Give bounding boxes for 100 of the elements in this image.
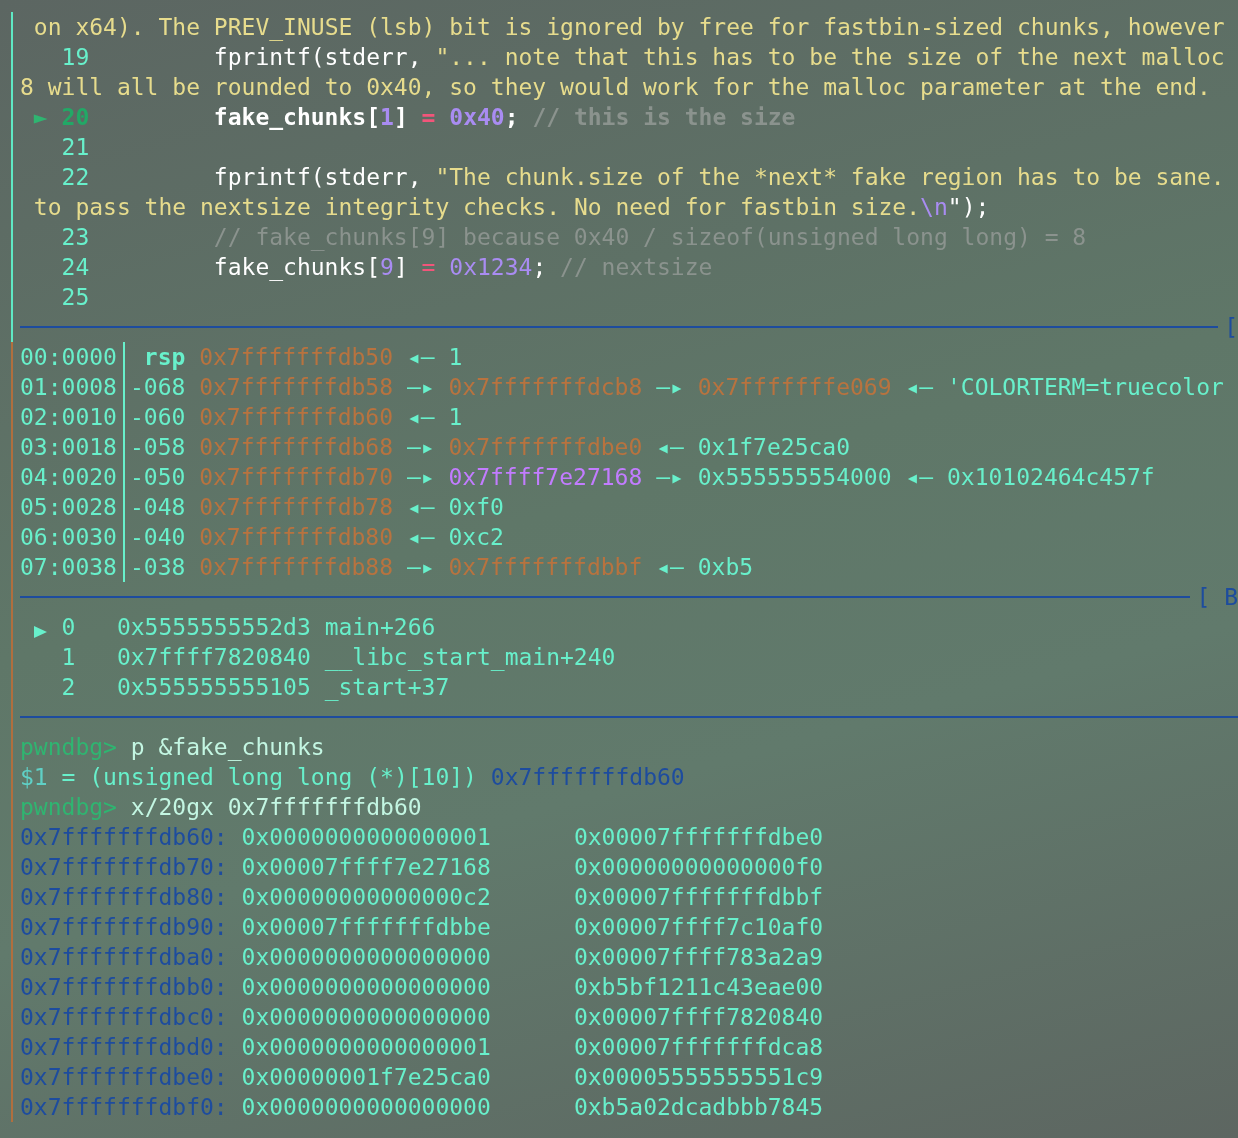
string-literal: to pass the nextsize integrity checks. No need for fastbin size.: [32, 193, 921, 222]
code-text: fprintf(stderr,: [213, 43, 423, 72]
prompt: pwndbg>: [20, 733, 117, 762]
memory-value: 0x00007fffffffdbe0: [573, 823, 824, 852]
line-number: 21: [61, 133, 91, 162]
memory-value: 0x00000000000000c2: [241, 883, 491, 912]
stack-address: 0x7fffffffdb78: [199, 493, 394, 522]
pointer-arrow: —▸: [406, 463, 435, 492]
register-name: rsp: [142, 343, 186, 372]
memory-address: 0x7fffffffdba0:: [20, 943, 228, 972]
memory-value: 0xb5: [697, 553, 754, 582]
pointer-arrow: ◂—: [905, 373, 934, 402]
memory-address: 0x7fffffffdb90:: [20, 913, 228, 942]
stack-address: 0x7fffffffdcb8: [448, 373, 643, 402]
code-text: ;: [532, 253, 548, 282]
command-text: x/20gx 0x7fffffffdb60: [130, 793, 422, 822]
memory-value: 1: [448, 403, 463, 432]
stack-offset: 00:0000: [20, 342, 125, 372]
memory-value: 'COLORTERM=truecolor: [946, 373, 1224, 402]
memory-value: 0x00007fffffffdbbf: [573, 883, 824, 912]
memory-value: 0x00000001f7e25ca0: [241, 1063, 491, 1092]
stack-address: 0x7fffffffdb80: [199, 523, 394, 552]
stack-address: 0x7fffffffdb88: [199, 553, 394, 582]
line-number: 23: [61, 223, 91, 252]
code-address: 0x7ffff7e27168: [448, 463, 643, 492]
memory-value: 0x0000000000000001: [241, 1033, 491, 1062]
stack-offset: 05:0028: [20, 492, 125, 522]
memory-address: 0x7fffffffdbc0:: [20, 1003, 228, 1032]
frame-index: 2: [61, 673, 77, 702]
stack-offset: 07:0038: [20, 552, 125, 582]
stack-address: 0x7fffffffdb60: [199, 403, 394, 432]
stack-delta: -040: [129, 523, 186, 552]
stack-delta: -050: [129, 463, 186, 492]
memory-address: 0x7fffffffdbb0:: [20, 973, 228, 1002]
operator: =: [421, 103, 437, 132]
code-text: fprintf(stderr,: [213, 163, 423, 192]
stack-address: 0x7fffffffdb50: [199, 343, 394, 372]
number-literal: 0x1234: [449, 253, 533, 282]
memory-value: 0xf0: [448, 493, 504, 522]
memory-address: 0x7fffffffdbd0:: [20, 1033, 228, 1062]
code-text: ");: [947, 193, 990, 222]
memory-address: 0x7fffffffdb60:: [20, 823, 228, 852]
memory-value: 0x10102464c457f: [946, 463, 1155, 492]
memory-value: 0x0000000000000000: [241, 1093, 491, 1122]
panel-header: [: [1224, 313, 1238, 342]
stack-offset: 03:0018: [20, 432, 125, 462]
string-literal: "The chunk.size of the *next* fake region has to be sane.: [435, 163, 1225, 192]
stack-delta: -068: [129, 373, 186, 402]
memory-value: 0x00000000000000f0: [573, 853, 824, 882]
memory-value: 1: [448, 343, 463, 372]
current-line-marker: ►: [33, 104, 48, 130]
number-literal: 9: [380, 253, 394, 282]
code-text: fake_chunks[: [213, 253, 380, 282]
stack-delta: -058: [129, 433, 186, 462]
pointer-arrow: —▸: [406, 553, 435, 582]
pointer-arrow: ◂—: [406, 403, 435, 432]
frame-address: 0x7ffff7820840: [116, 643, 311, 672]
pointer-arrow: ◂—: [406, 493, 435, 522]
stack-address: 0x7fffffffdbe0: [448, 433, 643, 462]
command-text: p &fake_chunks: [130, 733, 325, 762]
stack-offset: 01:0008: [20, 372, 125, 402]
memory-value: 0x00007ffff7820840: [573, 1003, 824, 1032]
code-text: fake_chunks[: [213, 103, 380, 132]
stack-address: 0x7fffffffdb70: [199, 463, 394, 492]
stack-delta: -038: [129, 553, 186, 582]
line-number: 19: [61, 43, 91, 72]
stack-delta: -048: [129, 493, 186, 522]
code-text: ]: [393, 103, 409, 132]
memory-value: 0x0000000000000000: [241, 943, 491, 972]
pointer-arrow: —▸: [406, 373, 435, 402]
stack-offset: 04:0020: [20, 462, 125, 492]
memory-address: 0x7fffffffdbe0:: [20, 1063, 228, 1092]
memory-value: 0x555555554000: [697, 463, 892, 492]
prompt: pwndbg>: [20, 793, 117, 822]
stack-offset: 02:0010: [20, 402, 125, 432]
memory-value: 0x00007ffff7e27168: [241, 853, 491, 882]
code-text: ]: [393, 253, 409, 282]
stack-offset: 06:0030: [20, 522, 125, 552]
pointer-arrow: ◂—: [406, 343, 435, 372]
line-number: 24: [61, 253, 91, 282]
pointer-arrow: —▸: [656, 463, 684, 492]
pointer-arrow: —▸: [656, 373, 684, 402]
memory-value: 0x0000000000000000: [241, 1003, 491, 1032]
memory-value: 0xb5bf1211c43eae00: [573, 973, 824, 1002]
pointer-arrow: ◂—: [656, 433, 684, 462]
panel-header: [ B: [1196, 583, 1238, 612]
stack-address: 0x7fffffffdb68: [199, 433, 394, 462]
stack-address: 0x7fffffffe069: [697, 373, 892, 402]
memory-value: 0x00007fffffffdbbe: [241, 913, 491, 942]
pointer-arrow: ◂—: [905, 463, 934, 492]
frame-symbol: __libc_start_main+240: [324, 643, 616, 672]
frame-symbol: main+266: [324, 613, 436, 642]
memory-value: 0x00007ffff7c10af0: [573, 913, 824, 942]
memory-value: 0x0000000000000000: [241, 973, 491, 1002]
stack-address: 0x7fffffffdbbf: [448, 553, 643, 582]
pointer-arrow: —▸: [406, 433, 435, 462]
line-number: 22: [61, 163, 91, 192]
memory-value: 0x00005555555551c9: [573, 1063, 824, 1092]
memory-address: 0x7fffffffdb80:: [20, 883, 228, 912]
frame-index: 0: [61, 613, 77, 642]
